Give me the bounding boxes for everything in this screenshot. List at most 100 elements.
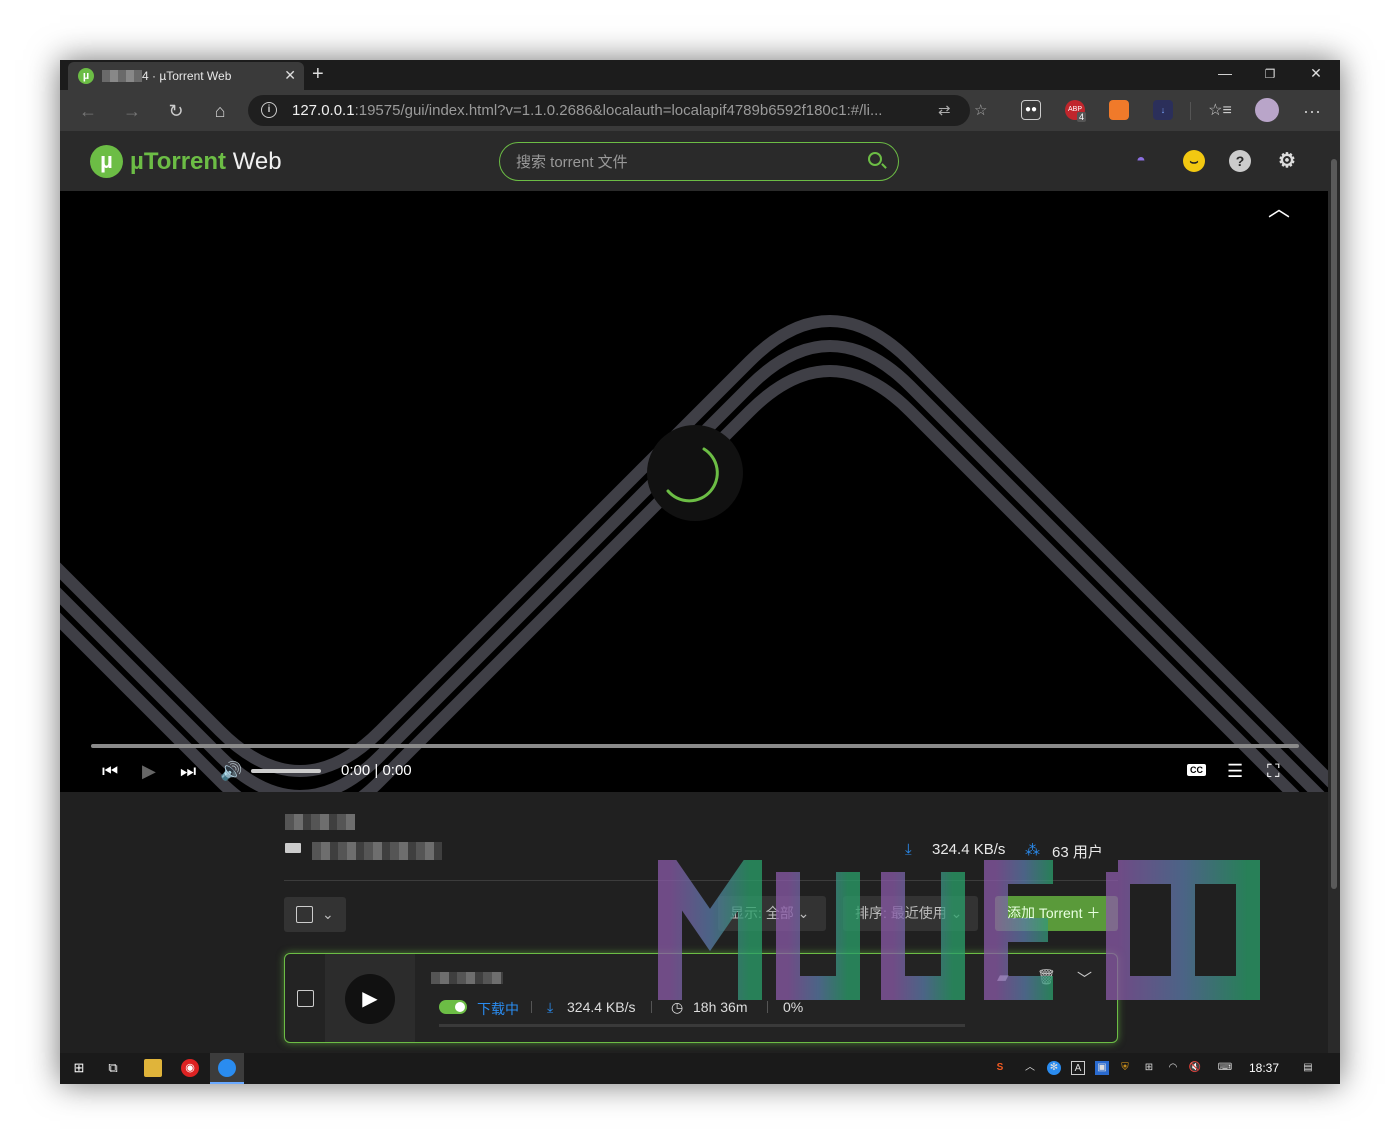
file-explorer-icon[interactable]	[144, 1059, 162, 1077]
extension-eyes-icon[interactable]: ●●	[1021, 100, 1041, 120]
logo-torrent: Torrent	[143, 148, 227, 175]
torrent-status: 下载中	[477, 1001, 519, 1017]
tab-close-icon[interactable]: ✕	[284, 67, 296, 84]
speed-gauge-icon[interactable]: ◓	[1130, 150, 1152, 172]
time-current: 0:00	[341, 762, 371, 779]
shield-icon[interactable]: ⛨	[1118, 1061, 1132, 1075]
scrollbar-thumb[interactable]	[1331, 159, 1337, 889]
windows-start-icon[interactable]: ⊞	[70, 1059, 88, 1077]
taskbar-clock[interactable]: 18:37	[1249, 1061, 1279, 1075]
close-window-icon[interactable]: ✕	[1306, 65, 1326, 82]
peers-count: 63 用户	[1052, 844, 1103, 861]
volume-slider[interactable]	[251, 769, 321, 773]
volume-icon[interactable]: 🔊	[220, 761, 242, 782]
settings-gear-icon[interactable]: ⚙	[1276, 150, 1298, 172]
search-input[interactable]	[516, 151, 846, 173]
site-info-icon[interactable]: i	[261, 102, 277, 118]
notification-center-icon[interactable]: ▤	[1299, 1061, 1317, 1075]
download-extension-icon[interactable]: ↓	[1153, 100, 1173, 120]
tab-bar: µ 4 · µTorrent Web ✕ + — ❐ ✕	[60, 60, 1340, 90]
download-arrow-icon: ⤓	[905, 841, 912, 858]
tray-blue-icon[interactable]: ▣	[1095, 1061, 1109, 1075]
windows-taskbar: ⊞ ⧉ ◉ S ︿ ✻ A ▣ ⛨ ⊞ ◠ 🔇 ⌨ 18:37 ▤	[60, 1053, 1340, 1084]
separator	[651, 1001, 652, 1013]
peers-icon: ⁂	[1025, 842, 1040, 859]
collapse-chevron-icon[interactable]: ︿	[1268, 191, 1290, 223]
restore-icon[interactable]: ❐	[1260, 67, 1280, 81]
captions-icon[interactable]: CC	[1187, 764, 1206, 776]
new-tab-icon[interactable]: +	[312, 63, 324, 86]
app-header: µ µTorrent Web ◓ ⌣ ? ⚙	[60, 131, 1328, 191]
torrent-speed: 324.4 KB/s	[567, 999, 636, 1015]
adblock-badge: 4	[1077, 112, 1087, 122]
wifi-icon[interactable]: ◠	[1166, 1061, 1180, 1075]
play-button-icon[interactable]: ▶	[345, 974, 395, 1024]
url-path: :19575/gui/index.html?v=1.1.0.2686&local…	[354, 102, 883, 119]
volume-muted-icon[interactable]: 🔇	[1188, 1061, 1202, 1075]
tray-app-icon[interactable]: ✻	[1047, 1061, 1061, 1075]
tray-a-icon[interactable]: A	[1071, 1061, 1085, 1075]
logo-mu: µ	[130, 148, 144, 175]
torrent-progress-bar	[439, 1024, 965, 1027]
download-toggle[interactable]	[439, 1000, 467, 1014]
keyboard-icon[interactable]: ⌨	[1214, 1061, 1236, 1075]
download-speed: 324.4 KB/s	[932, 841, 1006, 858]
more-menu-icon[interactable]: ···	[1300, 99, 1324, 123]
back-icon[interactable]: ←	[76, 99, 100, 123]
watermark-logo	[658, 860, 1260, 1000]
show-hidden-icons-icon[interactable]: ︿	[1023, 1061, 1037, 1075]
play-icon[interactable]: ▶	[142, 761, 156, 782]
task-view-icon[interactable]: ⧉	[104, 1059, 122, 1077]
search-box	[499, 142, 899, 181]
torrent-checkbox[interactable]	[297, 990, 314, 1007]
utorrent-logo-icon: µ	[90, 145, 123, 178]
logo-web: Web	[226, 148, 282, 175]
address-bar[interactable]: i 127.0.0.1:19575/gui/index.html?v=1.1.0…	[248, 95, 987, 126]
minimize-icon[interactable]: —	[1215, 65, 1235, 81]
edge-browser-icon[interactable]	[218, 1059, 236, 1077]
forward-icon[interactable]: →	[120, 99, 144, 123]
search-icon[interactable]	[868, 152, 882, 166]
video-progress-bar[interactable]	[91, 744, 1299, 748]
extension-orange-icon[interactable]	[1109, 100, 1129, 120]
video-file-icon	[285, 843, 301, 853]
chevron-down-icon: ⌄	[322, 906, 334, 922]
separator	[531, 1001, 532, 1013]
time-total: 0:00	[382, 762, 412, 779]
browser-tab[interactable]: µ 4 · µTorrent Web ✕	[68, 62, 304, 90]
page-scrollbar[interactable]	[1328, 131, 1340, 1053]
next-icon[interactable]: ⏭	[180, 761, 196, 782]
redacted-torrent-name	[431, 972, 503, 984]
fullscreen-icon[interactable]: ⛶	[1267, 761, 1280, 782]
download-arrow-icon: ⤓	[547, 999, 554, 1015]
mask-icon[interactable]: ⌣	[1183, 150, 1205, 172]
playlist-icon[interactable]: ☰	[1227, 761, 1243, 782]
sogou-input-icon[interactable]: S	[993, 1061, 1007, 1075]
select-all-dropdown[interactable]: ⌄	[284, 897, 346, 932]
translate-icon[interactable]: ⇄	[938, 101, 951, 119]
previous-icon[interactable]: ⏮	[102, 761, 118, 782]
help-icon[interactable]: ?	[1229, 150, 1251, 172]
favorites-list-icon[interactable]: ☆≡	[1208, 99, 1232, 123]
browser-toolbar: ← → ↻ ⌂ i 127.0.0.1:19575/gui/index.html…	[60, 90, 1340, 131]
tray-grid-icon[interactable]: ⊞	[1142, 1061, 1156, 1075]
redacted-title	[285, 814, 355, 830]
url-text[interactable]: 127.0.0.1:19575/gui/index.html?v=1.1.0.2…	[292, 102, 917, 119]
toolbar-divider	[1190, 102, 1191, 120]
select-all-checkbox[interactable]	[296, 906, 313, 923]
favorite-star-icon[interactable]: ☆	[974, 101, 987, 119]
tab-title: 4 · µTorrent Web	[142, 69, 232, 83]
utorrent-favicon-icon: µ	[78, 68, 94, 84]
torrent-thumbnail: ▶	[325, 954, 415, 1042]
redacted-text	[102, 70, 142, 82]
profile-avatar[interactable]	[1255, 98, 1279, 122]
refresh-icon[interactable]: ↻	[164, 99, 188, 123]
redacted-filename	[312, 842, 442, 860]
video-player[interactable]: ︿ ⏮ ▶ ⏭ 🔊 0:00 | 0:00 CC ☰ ⛶	[60, 191, 1328, 792]
url-host: 127.0.0.1	[292, 102, 355, 119]
browser-window: µ 4 · µTorrent Web ✕ + — ❐ ✕ ← → ↻ ⌂ i 1…	[60, 60, 1340, 1084]
home-icon[interactable]: ⌂	[208, 99, 232, 123]
time-separator: |	[370, 762, 383, 779]
app-logo[interactable]: µTorrent Web	[130, 148, 282, 176]
netease-music-icon[interactable]: ◉	[181, 1059, 199, 1077]
